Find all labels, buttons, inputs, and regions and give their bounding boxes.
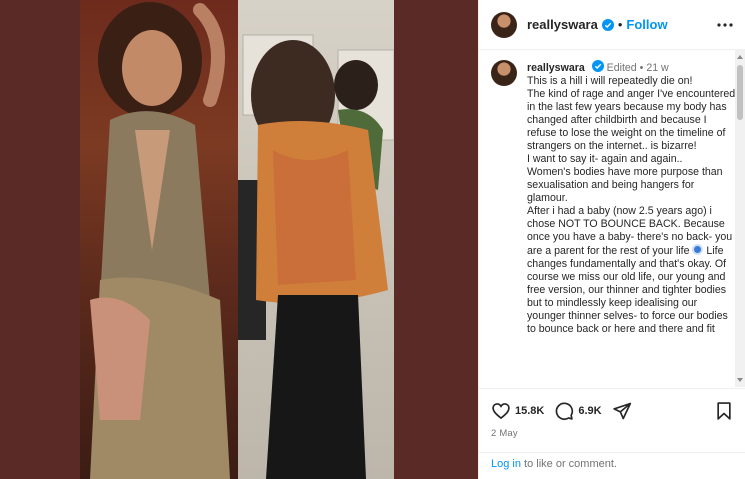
verified-badge-icon bbox=[601, 18, 614, 31]
like-count[interactable]: 15.8K bbox=[515, 405, 544, 417]
edited-label: Edited bbox=[606, 62, 637, 74]
scroll-up-arrow-icon[interactable] bbox=[737, 55, 743, 59]
login-link[interactable]: Log in bbox=[491, 458, 521, 470]
heart-icon[interactable] bbox=[491, 401, 511, 421]
bookmark-icon[interactable] bbox=[714, 401, 734, 421]
scrollbar-thumb[interactable] bbox=[737, 65, 743, 120]
post-header: reallyswara • Follow bbox=[479, 0, 745, 50]
comment-count[interactable]: 6.9K bbox=[578, 405, 601, 417]
caption-text: This is a hill i will repeatedly die on!… bbox=[527, 75, 736, 336]
caption-text-part2: Life changes fundamentally and that's ok… bbox=[527, 245, 731, 335]
caption-body: reallyswara Edited • 21 w This is a hill… bbox=[527, 60, 736, 336]
login-prompt: Log in to like or comment. bbox=[479, 452, 745, 479]
comment-icon[interactable] bbox=[554, 401, 574, 421]
caption-text-part1: This is a hill i will repeatedly die on!… bbox=[527, 75, 736, 257]
post-sidebar: reallyswara • Follow reallyswara Edited … bbox=[478, 0, 745, 479]
caption-meta: reallyswara Edited • 21 w bbox=[527, 60, 736, 75]
action-row: 15.8K 6.9K bbox=[491, 401, 734, 421]
post-date[interactable]: 2 May bbox=[491, 428, 518, 439]
media-backdrop bbox=[394, 0, 478, 479]
glamour-shot-figure bbox=[90, 2, 230, 479]
caption-separator: • bbox=[639, 62, 644, 74]
photo-candid-shot bbox=[238, 0, 394, 479]
candid-shot-figure bbox=[238, 34, 394, 479]
header-separator: • bbox=[617, 17, 623, 32]
caption-scroll-area[interactable]: reallyswara Edited • 21 w This is a hill… bbox=[479, 50, 745, 387]
login-prompt-text: to like or comment. bbox=[520, 458, 617, 470]
post-media[interactable] bbox=[0, 0, 478, 479]
post-photo-collage bbox=[80, 0, 394, 479]
header-username[interactable]: reallyswara bbox=[527, 17, 598, 32]
caption-avatar[interactable] bbox=[491, 60, 517, 86]
verified-badge-icon bbox=[591, 60, 604, 72]
share-icon[interactable] bbox=[612, 401, 632, 421]
photo-glamour-shot bbox=[80, 0, 238, 479]
caption-username[interactable]: reallyswara bbox=[527, 62, 585, 74]
scroll-down-arrow-icon[interactable] bbox=[737, 378, 743, 382]
post-age[interactable]: 21 w bbox=[646, 62, 668, 74]
nazar-amulet-emoji-icon bbox=[692, 244, 704, 255]
more-options-icon[interactable] bbox=[716, 16, 734, 34]
caption-scrollbar[interactable] bbox=[735, 50, 745, 387]
avatar[interactable] bbox=[491, 11, 517, 38]
caption-comment: reallyswara Edited • 21 w This is a hill… bbox=[491, 60, 736, 336]
follow-button[interactable]: Follow bbox=[626, 17, 667, 32]
